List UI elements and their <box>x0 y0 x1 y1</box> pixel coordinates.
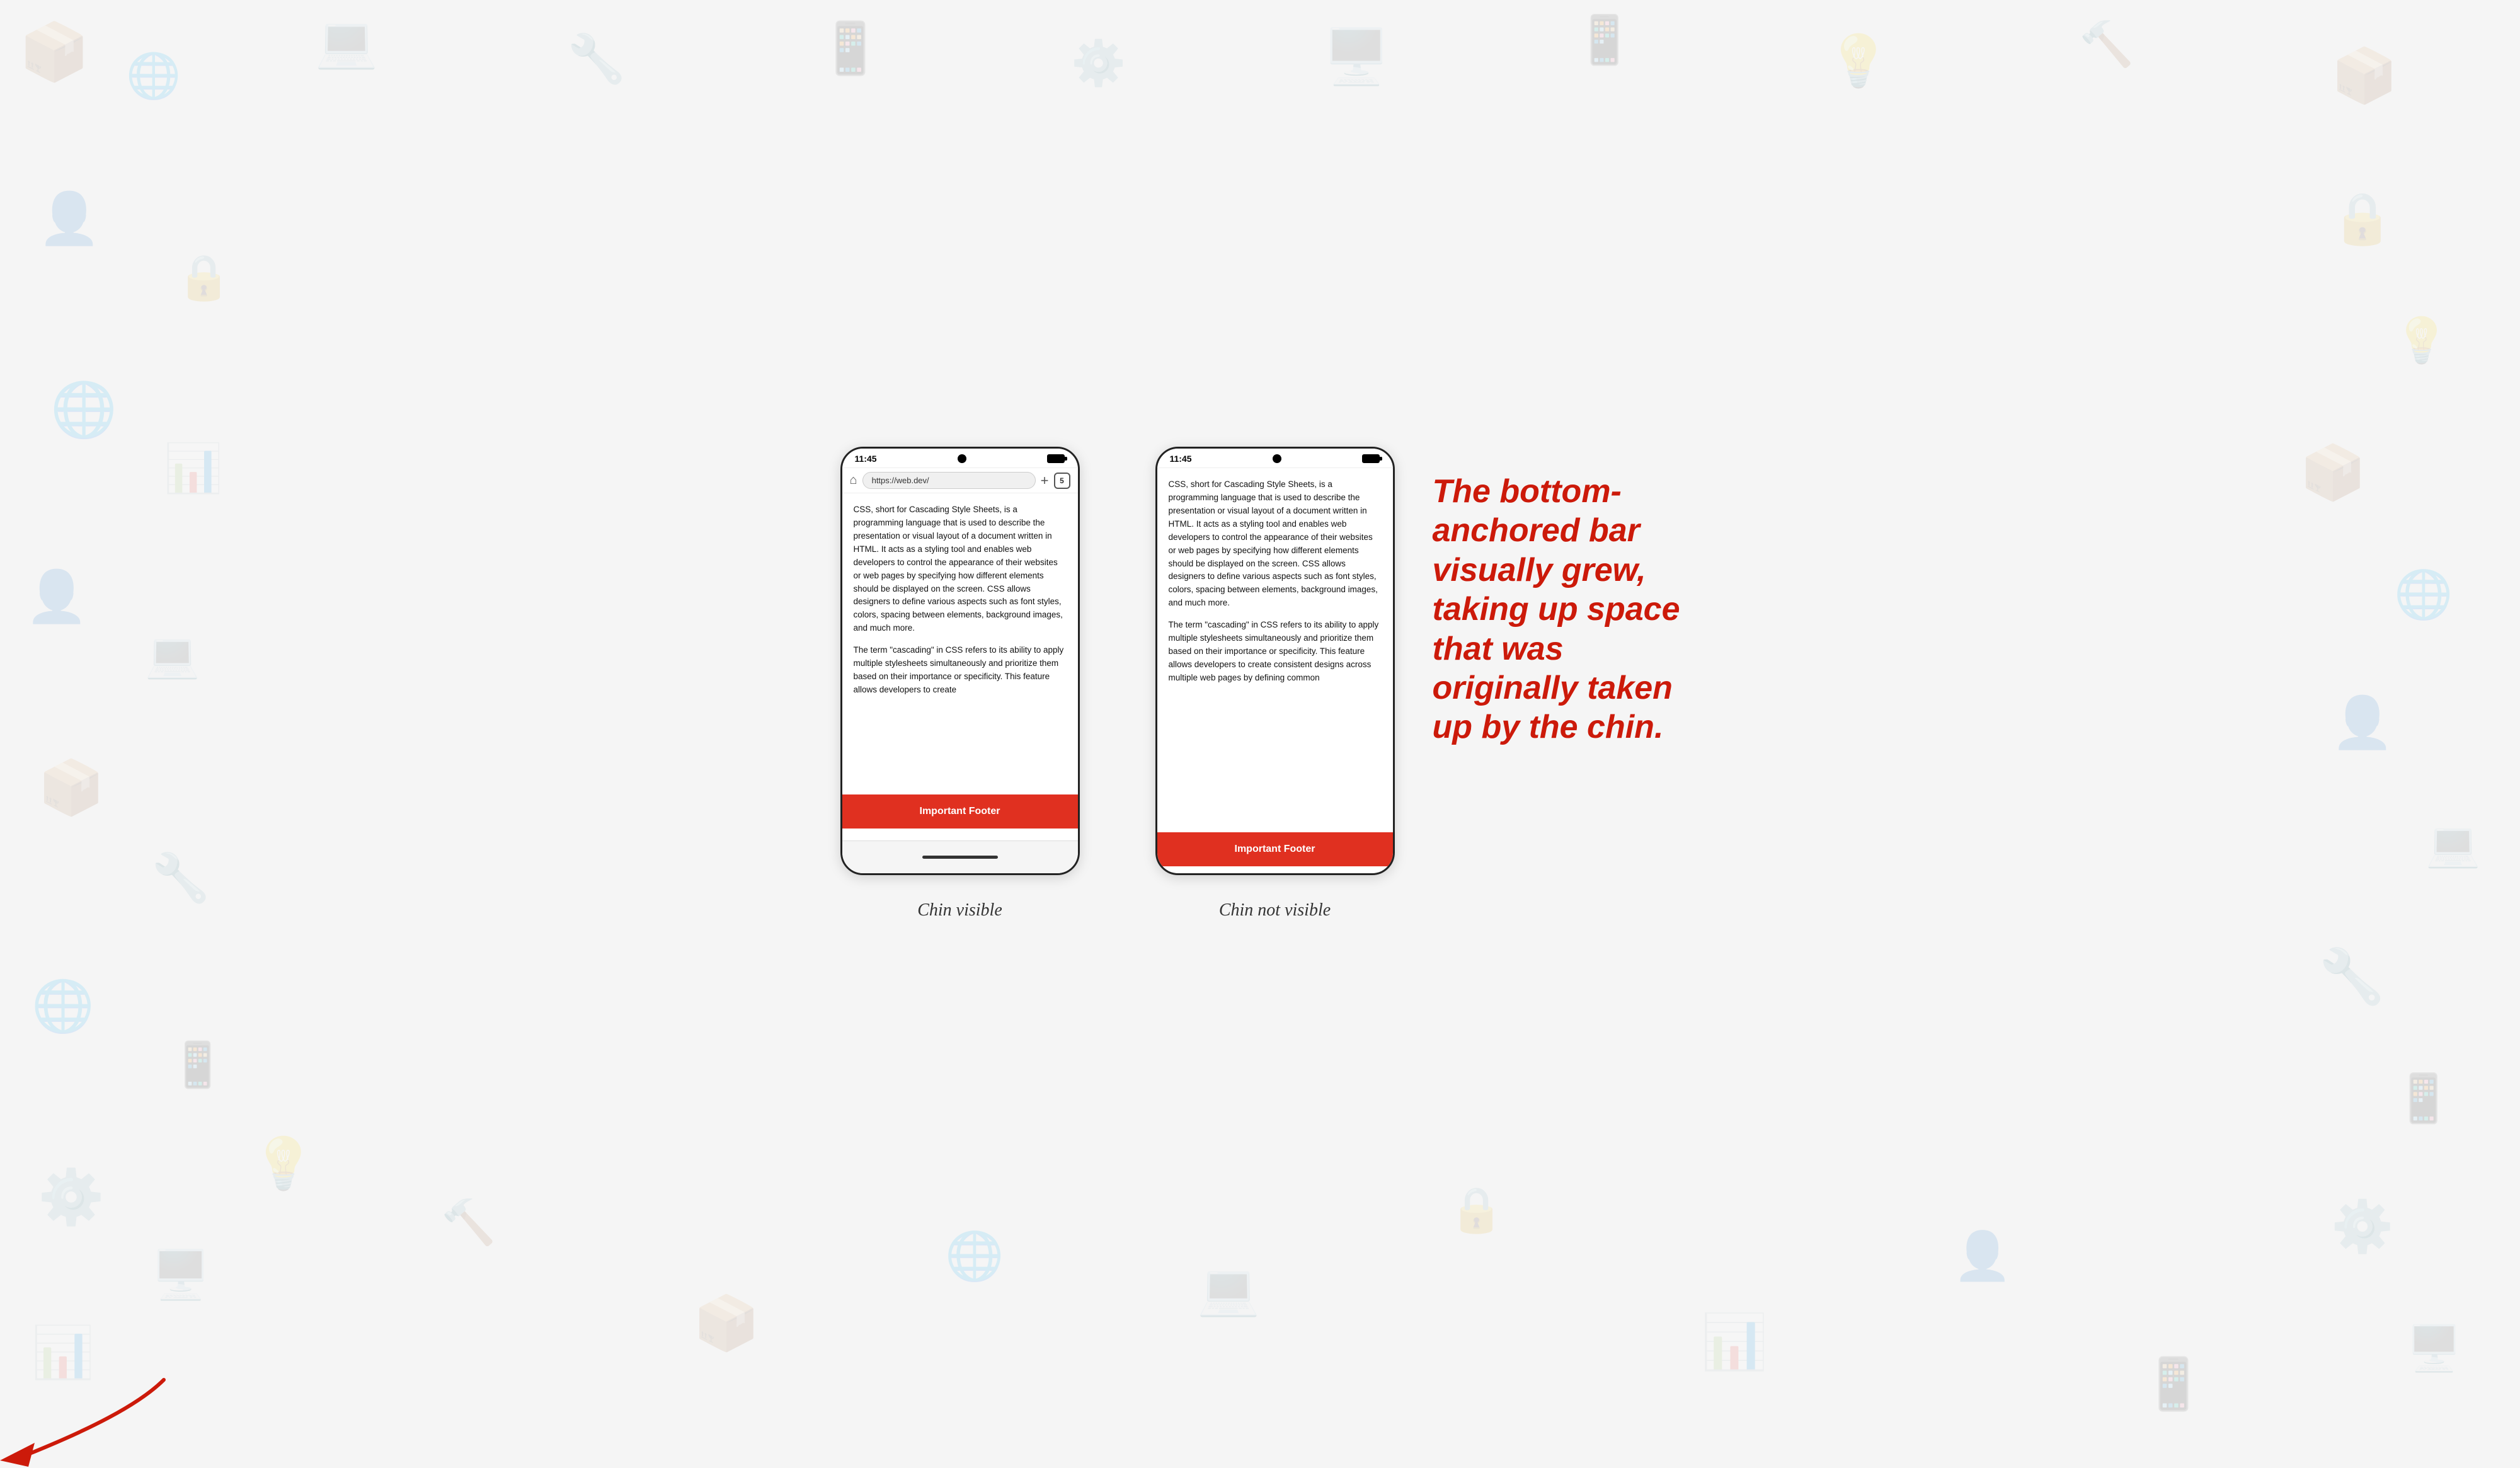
phone-with-chin: 11:45 ⌂ https://web.dev/ + 5 <box>840 447 1080 875</box>
address-bar[interactable]: https://web.dev/ <box>862 472 1036 489</box>
annotation-arrow <box>0 1367 176 1468</box>
battery-icon-left <box>1047 454 1065 463</box>
status-time-left: 11:45 <box>855 454 877 464</box>
footer-label-left: Important Footer <box>920 806 1000 817</box>
footer-left: Important Footer <box>842 794 1078 829</box>
battery-right <box>1362 454 1380 463</box>
footer-label-right: Important Footer <box>1235 844 1315 854</box>
annotation-line-3: visually grew, <box>1433 551 1680 590</box>
status-bar-right: 11:45 <box>1157 449 1393 468</box>
content-paragraph-2-left: The term "cascading" in CSS refers to it… <box>854 644 1067 697</box>
annotation-line-4: taking up space <box>1433 590 1680 629</box>
annotation-line-5: that was <box>1433 629 1680 668</box>
annotation-line-2: anchored bar <box>1433 511 1680 550</box>
camera-dot-left <box>958 454 966 463</box>
phone-chin <box>842 840 1078 873</box>
phone-no-chin: 11:45 CSS, short for Cascading Style She… <box>1155 447 1395 875</box>
annotation-line-6: originally taken <box>1433 668 1680 708</box>
content-paragraph-2-right: The term "cascading" in CSS refers to it… <box>1169 619 1382 685</box>
battery-icon-right <box>1362 454 1380 463</box>
phone-content-right: CSS, short for Cascading Style Sheets, i… <box>1157 468 1393 704</box>
content-paragraph-1-right: CSS, short for Cascading Style Sheets, i… <box>1169 478 1382 610</box>
caption-right: Chin not visible <box>1219 900 1331 920</box>
phone-with-chin-wrapper: 11:45 ⌂ https://web.dev/ + 5 <box>840 447 1080 920</box>
main-content: 11:45 ⌂ https://web.dev/ + 5 <box>0 0 2520 1418</box>
url-text: https://web.dev/ <box>872 476 929 485</box>
phone-no-chin-wrapper: 11:45 CSS, short for Cascading Style She… <box>1155 447 1395 920</box>
phones-comparison: 11:45 ⌂ https://web.dev/ + 5 <box>840 447 1680 920</box>
battery-left <box>1047 454 1065 463</box>
phone-content-wrapper-right: CSS, short for Cascading Style Sheets, i… <box>1157 468 1393 866</box>
annotation-line-1: The bottom- <box>1433 472 1680 511</box>
tabs-count-badge[interactable]: 5 <box>1054 473 1070 489</box>
camera-dot-right <box>1273 454 1281 463</box>
address-bar-row: ⌂ https://web.dev/ + 5 <box>842 468 1078 493</box>
status-time-right: 11:45 <box>1170 454 1192 464</box>
add-tab-button[interactable]: + <box>1041 473 1049 489</box>
annotation-text: The bottom- anchored bar visually grew, … <box>1433 472 1680 747</box>
phone-content-wrapper-left: CSS, short for Cascading Style Sheets, i… <box>842 493 1078 861</box>
annotation-line-7: up by the chin. <box>1433 708 1680 747</box>
status-bar-left: 11:45 <box>842 449 1078 468</box>
footer-right: Important Footer <box>1157 832 1393 866</box>
home-icon: ⌂ <box>850 473 857 488</box>
annotation-container: The bottom- anchored bar visually grew, … <box>1433 447 1680 747</box>
chin-home-bar <box>922 856 998 859</box>
caption-left: Chin visible <box>917 900 1002 920</box>
content-paragraph-1-left: CSS, short for Cascading Style Sheets, i… <box>854 503 1067 635</box>
address-bar-actions: + 5 <box>1041 473 1070 489</box>
